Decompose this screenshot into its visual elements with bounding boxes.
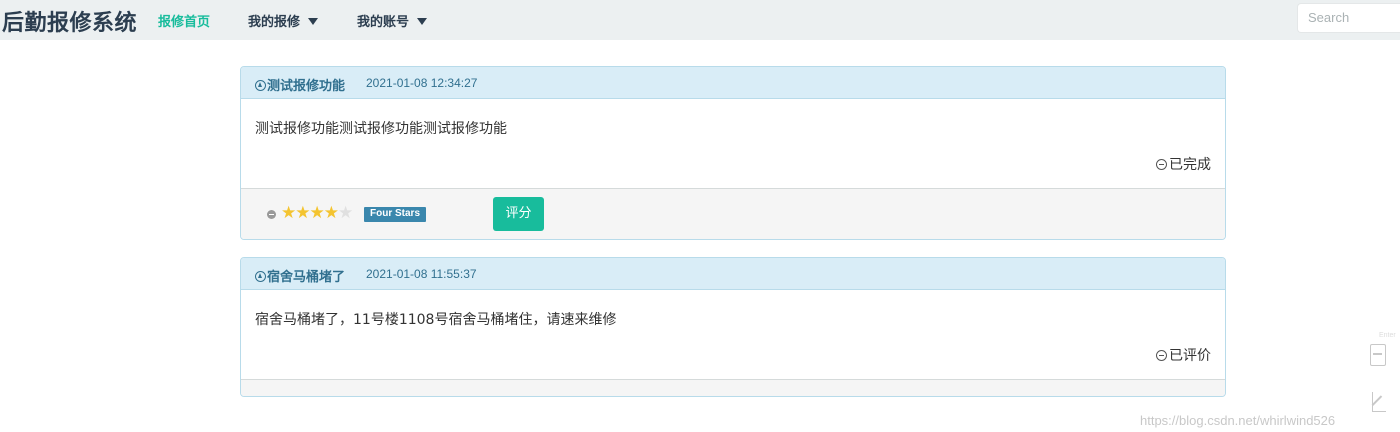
rate-button[interactable]: 评分 — [493, 197, 544, 231]
repair-time: 2021-01-08 12:34:27 — [366, 76, 478, 90]
brand-title[interactable]: 后勤报修系统 — [2, 5, 137, 37]
nav-item-my-account-label: 我的账号 — [357, 15, 410, 30]
watermark: https://blog.csdn.net/whirlwind526 — [1140, 413, 1336, 428]
repair-panel: 宿舍马桶堵了 2021-01-08 11:55:37 宿舍马桶堵了，11号楼11… — [240, 257, 1226, 397]
repair-content: 测试报修功能测试报修功能测试报修功能 — [255, 121, 507, 137]
rating-caption: Four Stars — [364, 207, 427, 222]
repair-title: 宿舍马桶堵了 — [255, 266, 345, 285]
circle-arrow-up-icon — [255, 80, 266, 91]
panel-body: 宿舍马桶堵了，11号楼1108号宿舍马桶堵住，请速来维修 已评价 — [241, 290, 1225, 379]
search-input[interactable]: Search — [1297, 3, 1400, 33]
repair-status: 已完成 — [1156, 154, 1211, 174]
nav-item-my-repairs-label: 我的报修 — [248, 15, 301, 30]
caret-down-icon — [308, 18, 319, 25]
minus-circle-icon — [1156, 159, 1167, 170]
panel-heading: 宿舍马桶堵了 2021-01-08 11:55:37 — [241, 258, 1225, 290]
repair-title-text: 测试报修功能 — [267, 79, 346, 94]
minus-circle-icon — [1156, 350, 1167, 361]
panel-footer — [241, 379, 1225, 396]
circle-arrow-up-icon — [255, 271, 266, 282]
repair-title-text: 宿舍马桶堵了 — [267, 270, 346, 285]
repair-title: 测试报修功能 — [255, 75, 345, 94]
repair-content: 宿舍马桶堵了，11号楼1108号宿舍马桶堵住，请速来维修 — [255, 312, 617, 328]
clear-rating-icon[interactable] — [267, 210, 276, 219]
star-icon[interactable]: ★ — [324, 203, 339, 223]
rating-stars[interactable]: ★★★★★ — [281, 203, 353, 223]
nav-item-my-repairs[interactable]: 我的报修 — [248, 11, 319, 30]
panel-heading: 测试报修功能 2021-01-08 12:34:27 — [241, 67, 1225, 99]
edit-icon[interactable] — [1372, 392, 1386, 412]
repair-status: 已评价 — [1156, 345, 1211, 365]
repair-time: 2021-01-08 11:55:37 — [366, 267, 477, 281]
star-icon[interactable]: ★ — [281, 203, 296, 223]
feedback-icon[interactable] — [1370, 344, 1386, 366]
star-icon[interactable]: ★ — [310, 203, 325, 223]
side-tab-label: Enter — [1379, 332, 1396, 339]
star-icon[interactable]: ★ — [338, 203, 353, 223]
panel-body: 测试报修功能测试报修功能测试报修功能 已完成 — [241, 99, 1225, 188]
repair-status-text: 已完成 — [1169, 157, 1211, 173]
top-navbar: 后勤报修系统 报修首页 我的报修 我的账号 Search — [0, 0, 1400, 40]
repair-status-text: 已评价 — [1169, 348, 1211, 364]
nav-item-my-account[interactable]: 我的账号 — [357, 11, 428, 30]
caret-down-icon — [417, 18, 428, 25]
repair-panel: 测试报修功能 2021-01-08 12:34:27 测试报修功能测试报修功能测… — [240, 66, 1226, 240]
nav-item-home[interactable]: 报修首页 — [158, 11, 210, 30]
panel-footer: ★★★★★ Four Stars 评分 — [241, 188, 1225, 239]
star-icon[interactable]: ★ — [295, 203, 310, 223]
